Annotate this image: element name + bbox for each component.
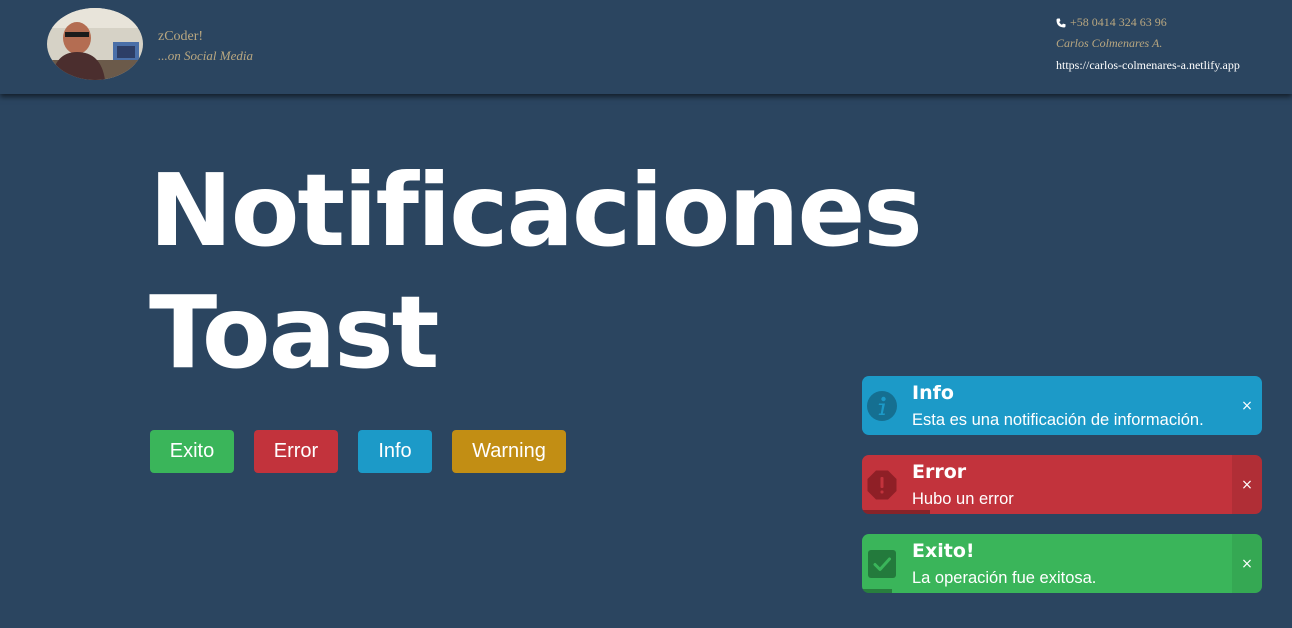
close-button[interactable]: × [1232,455,1262,514]
toast-title: Error [912,461,967,483]
info-button[interactable]: Info [358,430,432,473]
phone-number: +58 0414 324 63 96 [1070,14,1167,29]
avatar [47,8,143,80]
phone-icon [1056,17,1066,28]
toast-exito: Exito! La operación fue exitosa. × [862,534,1262,593]
error-button[interactable]: Error [254,430,338,473]
toast-error: Error Hubo un error × [862,455,1262,514]
close-button[interactable]: × [1232,534,1262,593]
warning-button[interactable]: Warning [452,430,566,473]
brand-tagline: ...on Social Media [158,48,253,63]
info-icon [866,390,898,422]
toast-message: Esta es una notificación de información. [912,411,1204,429]
author-name: Carlos Colmenares A. [1056,36,1163,50]
title-line-1: Notificaciones [149,152,923,269]
toast-container: Info Esta es una notificación de informa… [862,376,1262,593]
toast-message: Hubo un error [912,490,1014,508]
brand-name: zCoder! [158,29,204,44]
site-link[interactable]: https://carlos-colmenares-a.netlify.app [1056,58,1240,73]
toast-progress-bar [862,589,892,593]
exito-button[interactable]: Exito [150,430,234,473]
close-button[interactable]: × [1232,376,1262,435]
check-icon [866,548,898,580]
toast-title: Exito! [912,540,975,562]
error-icon [866,469,898,501]
contact-info: +58 0414 324 63 96 Carlos Colmenares A. … [1056,14,1240,73]
toast-progress-bar [862,510,930,514]
phone-row: +58 0414 324 63 96 [1056,14,1240,30]
trigger-buttons: Exito Error Info Warning [150,430,566,473]
title-line-2: Toast [149,274,439,391]
toast-message: La operación fue exitosa. [912,569,1097,587]
site-header: zCoder! ...on Social Media +58 0414 324 … [0,0,1292,94]
toast-info: Info Esta es una notificación de informa… [862,376,1262,435]
toast-title: Info [912,382,954,404]
page-title: Notificaciones Toast [149,150,923,394]
